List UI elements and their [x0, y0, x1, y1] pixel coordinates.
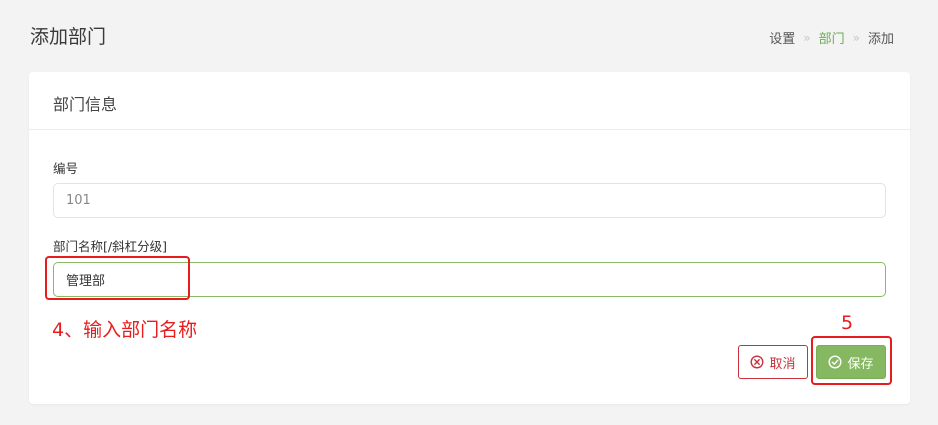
department-name-label: 部门名称[/斜杠分级] — [53, 239, 167, 254]
save-label: 保存 — [847, 356, 874, 372]
x-circle-icon — [750, 355, 764, 369]
breadcrumb-item-add: 添加 — [867, 32, 894, 47]
department-info-card: 部门信息 编号 部门名称[/斜杠分级] 4、输入部门名称 5 取消 保存 — [29, 72, 910, 404]
page-header: 添加部门 设置 » 部门 » 添加 — [0, 0, 938, 72]
cancel-button[interactable]: 取消 — [738, 345, 808, 379]
cancel-label: 取消 — [769, 356, 796, 372]
breadcrumb-item-department[interactable]: 部门 — [819, 28, 845, 47]
breadcrumb-separator: » — [803, 30, 811, 45]
check-circle-icon — [828, 355, 842, 369]
breadcrumb: 设置 » 部门 » 添加 — [769, 28, 894, 48]
number-input[interactable] — [53, 183, 886, 218]
save-button[interactable]: 保存 — [816, 345, 886, 379]
annotation-step-4: 4、输入部门名称 — [52, 319, 198, 341]
page-title: 添加部门 — [30, 26, 107, 48]
annotation-highlight-name — [45, 256, 190, 300]
breadcrumb-separator: » — [852, 30, 860, 45]
annotation-step-5: 5 — [841, 312, 854, 334]
number-label: 编号 — [53, 161, 79, 176]
breadcrumb-item-settings[interactable]: 设置 — [769, 28, 795, 47]
card-title: 部门信息 — [29, 72, 910, 130]
